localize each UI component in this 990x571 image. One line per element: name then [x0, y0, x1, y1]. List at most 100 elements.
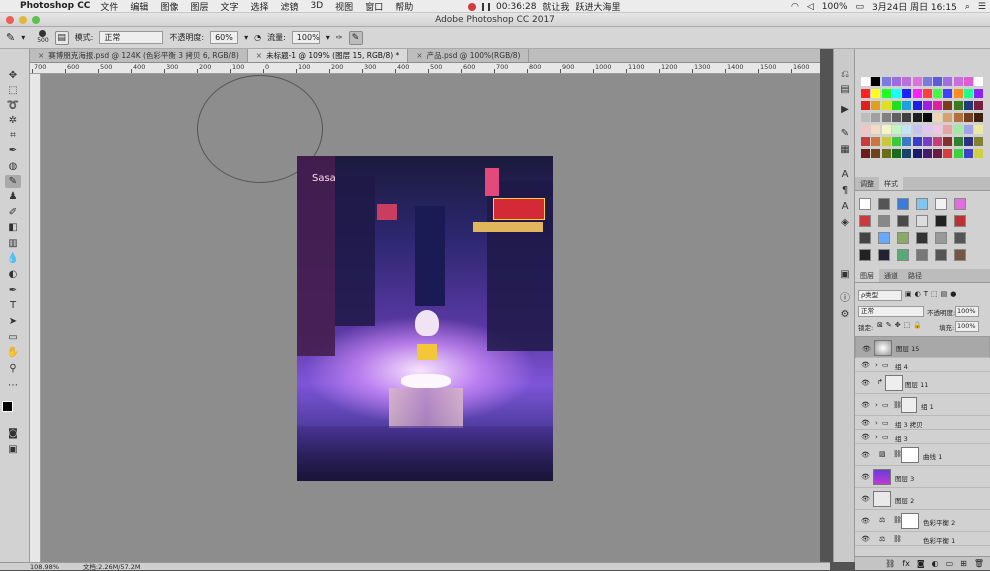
zoom-level[interactable]: 108.98%: [30, 563, 59, 571]
style-preset[interactable]: [859, 215, 871, 227]
layer-filter-select[interactable]: ρ类型: [858, 290, 902, 301]
pause-icon[interactable]: [482, 2, 490, 11]
color-swatch[interactable]: [881, 77, 891, 86]
color-swatch[interactable]: [933, 101, 943, 110]
style-preset[interactable]: [916, 198, 928, 210]
color-swatch[interactable]: [953, 113, 963, 122]
color-swatch[interactable]: [964, 137, 973, 146]
color-swatch[interactable]: [933, 113, 943, 122]
color-swatch[interactable]: [964, 77, 973, 86]
color-swatch[interactable]: [861, 125, 870, 134]
color-swatch[interactable]: [881, 101, 891, 110]
crop-tool-icon[interactable]: ⌗: [5, 129, 21, 142]
eyedropper-tool-icon[interactable]: ✒: [5, 144, 21, 157]
spotlight-icon[interactable]: ⌕: [965, 2, 970, 12]
filter-pixel-icon[interactable]: ▣: [905, 290, 915, 298]
pressure-opacity-icon[interactable]: ◔: [254, 33, 261, 42]
color-swatch[interactable]: [902, 149, 912, 158]
color-swatch[interactable]: [871, 77, 881, 86]
style-preset[interactable]: [935, 215, 947, 227]
style-preset[interactable]: [935, 198, 947, 210]
layer-row[interactable]: 👁 图层 3: [855, 466, 990, 488]
filter-type-icon[interactable]: T: [924, 290, 931, 298]
style-preset[interactable]: [897, 198, 909, 210]
menu-3d[interactable]: 3D: [311, 1, 324, 11]
color-swatch[interactable]: [881, 113, 891, 122]
expand-chevron-icon[interactable]: ›: [875, 401, 878, 409]
layer-opacity-input[interactable]: 100%: [955, 306, 979, 317]
filter-adjust-icon[interactable]: ◐: [915, 290, 924, 298]
color-swatch[interactable]: [912, 149, 922, 158]
lock-move-icon[interactable]: ✥: [895, 321, 904, 329]
layer-style-icon[interactable]: fx: [902, 559, 910, 568]
style-preset[interactable]: [916, 215, 928, 227]
properties-panel-icon[interactable]: ▤: [839, 84, 851, 95]
visibility-eye-icon[interactable]: 👁: [861, 433, 870, 441]
color-swatch[interactable]: [912, 137, 922, 146]
marquee-tool-icon[interactable]: ⬚: [5, 84, 21, 97]
document-artwork[interactable]: Sasa: [297, 156, 553, 481]
navigator-panel-icon[interactable]: ⚙: [839, 309, 851, 320]
style-preset[interactable]: [878, 249, 890, 261]
new-adjustment-icon[interactable]: ◐: [932, 559, 939, 568]
style-preset[interactable]: [954, 249, 966, 261]
color-swatch[interactable]: [953, 137, 963, 146]
close-tab-icon[interactable]: ×: [256, 51, 262, 60]
style-preset[interactable]: [859, 249, 871, 261]
color-swatch[interactable]: [871, 89, 881, 98]
layer-row[interactable]: 👁 图层 15: [855, 336, 990, 358]
brush-tool-icon[interactable]: ✎: [5, 175, 21, 188]
layer-row[interactable]: 👁 › ▭ 组 4: [855, 358, 990, 372]
color-swatch[interactable]: [891, 149, 901, 158]
color-swatch[interactable]: [891, 137, 901, 146]
layer-row[interactable]: 👁 图层 2: [855, 488, 990, 510]
screen-mode-icon[interactable]: ▣: [5, 443, 21, 456]
menu-image[interactable]: 图像: [160, 0, 178, 13]
style-preset[interactable]: [859, 232, 871, 244]
character-panel-icon[interactable]: A: [839, 169, 851, 180]
flow-chevron-icon[interactable]: ▾: [326, 33, 330, 42]
layer-row[interactable]: 👁 ⚖ ⛓ 色彩平衡 1: [855, 532, 990, 546]
style-preset[interactable]: [916, 232, 928, 244]
tab-untitled[interactable]: × 未标题-1 @ 109% (图层 15, RGB/8) *: [247, 49, 409, 62]
new-layer-icon[interactable]: ⊞: [960, 559, 967, 568]
color-swatch[interactable]: [912, 89, 922, 98]
libraries-panel-icon[interactable]: ▣: [839, 269, 851, 280]
pen-tool-icon[interactable]: ✒: [5, 284, 21, 297]
style-preset[interactable]: [897, 215, 909, 227]
color-swatch[interactable]: [974, 89, 984, 98]
fill-input[interactable]: 100%: [955, 321, 979, 332]
tab-paths[interactable]: 路径: [903, 269, 927, 282]
color-swatch[interactable]: [933, 125, 943, 134]
foreground-color-swatch[interactable]: [2, 401, 13, 412]
brush-presets-panel-icon[interactable]: ✎: [839, 128, 851, 139]
color-swatch[interactable]: [953, 149, 963, 158]
visibility-eye-icon[interactable]: 👁: [861, 535, 870, 543]
expand-chevron-icon[interactable]: ›: [875, 361, 878, 369]
style-preset[interactable]: [878, 215, 890, 227]
color-swatch[interactable]: [912, 101, 922, 110]
visibility-eye-icon[interactable]: 👁: [862, 344, 871, 355]
visibility-eye-icon[interactable]: 👁: [861, 495, 870, 503]
close-tab-icon[interactable]: ×: [416, 51, 422, 60]
color-swatch[interactable]: [902, 137, 912, 146]
color-swatch[interactable]: [964, 125, 973, 134]
color-swatch[interactable]: [871, 149, 881, 158]
control-center-icon[interactable]: ☰: [978, 2, 986, 12]
paragraph-panel-icon[interactable]: ¶: [839, 185, 851, 196]
color-swatch[interactable]: [881, 125, 891, 134]
color-swatch[interactable]: [964, 89, 973, 98]
color-swatch[interactable]: [933, 89, 943, 98]
color-swatch[interactable]: [933, 137, 943, 146]
tab-adjustments[interactable]: 调整: [855, 177, 879, 190]
color-swatch[interactable]: [871, 125, 881, 134]
brush-preset-picker[interactable]: 500: [37, 30, 49, 45]
flow-input[interactable]: 100%: [291, 31, 320, 44]
color-swatch[interactable]: [891, 125, 901, 134]
color-swatch[interactable]: [953, 125, 963, 134]
color-swatch[interactable]: [902, 89, 912, 98]
color-swatch[interactable]: [943, 149, 953, 158]
color-swatch[interactable]: [943, 113, 953, 122]
filter-smart-icon[interactable]: ▤: [941, 290, 951, 298]
style-preset[interactable]: [954, 215, 966, 227]
